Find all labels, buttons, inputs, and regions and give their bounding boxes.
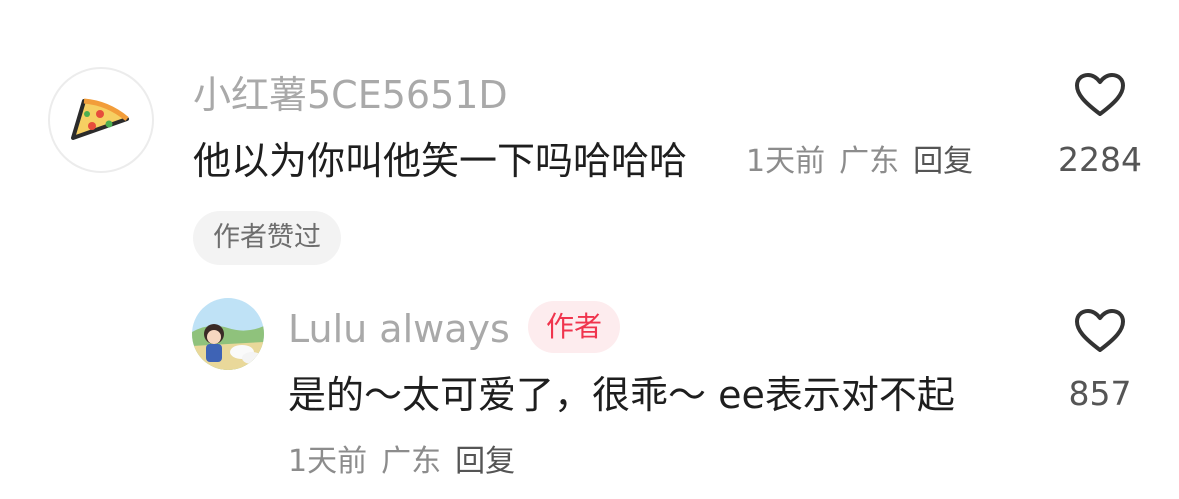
author-badge: 作者	[528, 301, 621, 353]
reply-like-button[interactable]	[1074, 308, 1126, 358]
pizza-slice-icon	[71, 98, 129, 140]
author-liked-tag: 作者赞过	[193, 211, 341, 265]
comment-time: 1天前	[746, 144, 826, 179]
comment-reply-button[interactable]: 回复	[913, 144, 973, 179]
commenter-username[interactable]: 小红薯5CE5651D	[193, 72, 508, 118]
comment-location: 广东	[839, 144, 900, 179]
reply-like-count: 857	[1068, 374, 1132, 413]
heart-outline-icon	[1075, 309, 1125, 352]
commenter-avatar[interactable]	[48, 67, 154, 173]
comment-meta: 1天前 广东 回复	[746, 142, 987, 182]
reply-reply-button[interactable]: 回复	[455, 444, 515, 479]
comment-like-count: 2284	[1058, 140, 1142, 179]
comment-like-button[interactable]	[1074, 72, 1126, 122]
reply-meta: 1天前 广东 回复	[288, 442, 529, 482]
heart-outline-icon	[1075, 73, 1125, 116]
avatar-image	[192, 298, 264, 370]
reply-username[interactable]: Lulu always	[288, 306, 510, 352]
reply-location: 广东	[381, 444, 442, 479]
reply-text: 是的～太可爱了，很乖～ ee表示对不起	[288, 373, 955, 417]
reply-avatar[interactable]	[192, 298, 264, 370]
comment-text: 他以为你叫他笑一下吗哈哈哈	[193, 139, 688, 183]
reply-time: 1天前	[288, 444, 368, 479]
